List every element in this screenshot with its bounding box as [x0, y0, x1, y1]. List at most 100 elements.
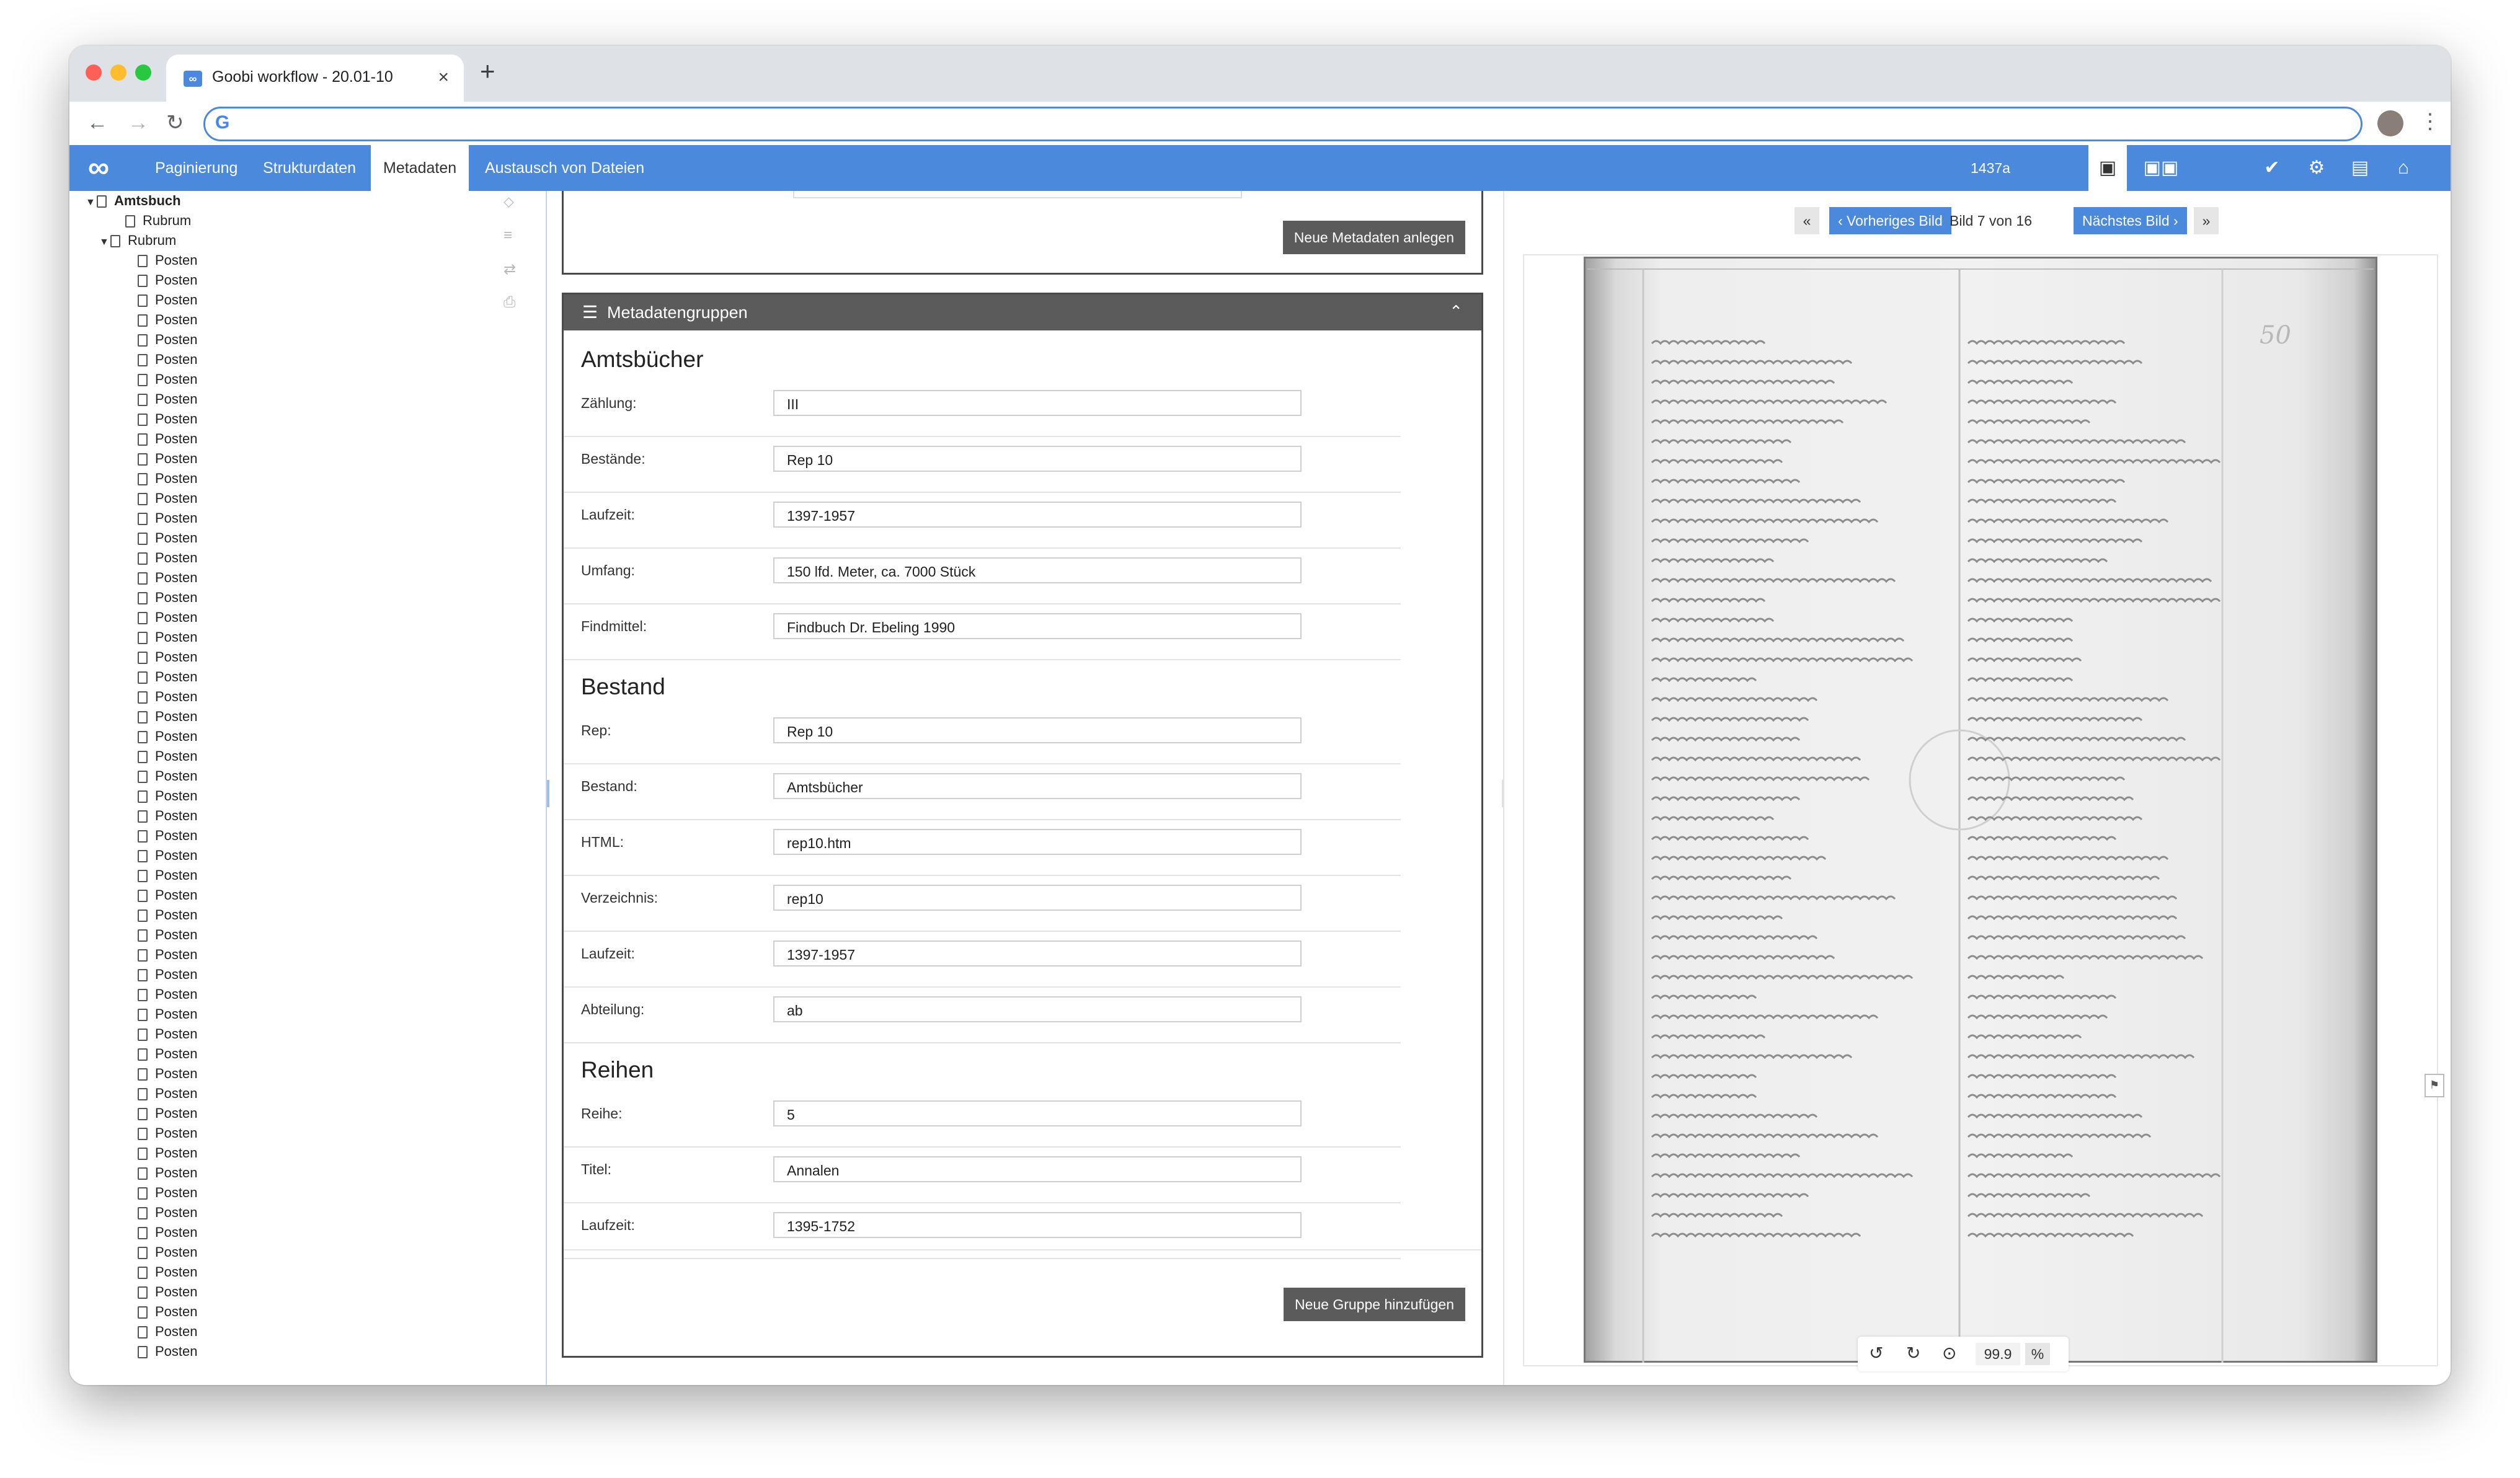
tree-node-posten[interactable]: Posten	[138, 846, 198, 865]
tree-node-posten[interactable]: Posten	[138, 588, 198, 608]
tree-node-posten[interactable]: Posten	[138, 1203, 198, 1223]
tree-node-posten[interactable]: Posten	[138, 627, 198, 647]
tab-austausch[interactable]: Austausch von Dateien	[485, 145, 644, 191]
tree-node-posten[interactable]: Posten	[138, 1183, 198, 1203]
tree-node-posten[interactable]: Posten	[138, 1282, 198, 1302]
tree-node-posten[interactable]: Posten	[138, 1302, 198, 1322]
tree-node-posten[interactable]: Posten	[138, 489, 198, 508]
tree-node-posten[interactable]: Posten	[138, 250, 198, 270]
tree-node-posten[interactable]: Posten	[138, 925, 198, 945]
new-tab-button[interactable]: +	[480, 58, 495, 84]
tab-metadaten[interactable]: Metadaten	[371, 145, 469, 191]
tag-icon[interactable]: ⬦	[504, 193, 514, 211]
close-tab-icon[interactable]: ×	[438, 67, 449, 88]
chevron-up-icon[interactable]: ⌃	[1449, 293, 1463, 329]
browser-tab[interactable]: ∞ Goobi workflow - 20.01-10 ×	[166, 55, 464, 102]
double-image-view-icon[interactable]: ▣▣	[2132, 145, 2190, 191]
tree-node-posten[interactable]: Posten	[138, 1004, 198, 1024]
tree-node-posten[interactable]: Posten	[138, 409, 198, 429]
tree-node-posten[interactable]: Posten	[138, 766, 198, 786]
tree-node-posten[interactable]: Posten	[138, 608, 198, 627]
bookmark-icon[interactable]: ⚑	[2425, 1074, 2444, 1097]
tree-node-posten[interactable]: Posten	[138, 965, 198, 985]
metadata-value-input[interactable]: 150 lfd. Meter, ca. 7000 Stück	[773, 557, 1302, 583]
expand-triangle-icon[interactable]: ▼	[99, 232, 110, 252]
tree-node-posten[interactable]: Posten	[138, 1084, 198, 1104]
tree-node-root[interactable]: ▼ Amtsbuch	[86, 191, 181, 211]
tree-node-posten[interactable]: Posten	[138, 826, 198, 846]
tree-node-posten[interactable]: Posten	[138, 508, 198, 528]
metadata-value-input[interactable]: III	[773, 390, 1302, 416]
metadata-value-input[interactable]: 1397-1957	[773, 940, 1302, 967]
zoom-input[interactable]: 99.9	[1976, 1343, 2020, 1365]
next-image-button[interactable]: Nächstes Bild ›	[2074, 207, 2187, 234]
tree-node-posten[interactable]: Posten	[138, 1143, 198, 1163]
expand-triangle-icon[interactable]: ▼	[86, 193, 97, 213]
tree-node-posten[interactable]: Posten	[138, 1262, 198, 1282]
tree-node-posten[interactable]: Posten	[138, 1322, 198, 1342]
tree-node-posten[interactable]: Posten	[138, 806, 198, 826]
metadata-value-input[interactable]: Rep 10	[773, 446, 1302, 472]
metadata-value-input[interactable]: Rep 10	[773, 717, 1302, 743]
metadata-groups-header[interactable]: ☰ Metadatengruppen ⌃	[564, 294, 1481, 330]
list-icon[interactable]: ≡	[504, 227, 512, 244]
tree-node-posten[interactable]: Posten	[138, 568, 198, 588]
tree-node-posten[interactable]: Posten	[138, 1044, 198, 1064]
tree-node-posten[interactable]: Posten	[138, 727, 198, 746]
metadata-value-input[interactable]: Findbuch Dr. Ebeling 1990	[773, 613, 1302, 639]
add-group-button[interactable]: Neue Gruppe hinzufügen	[1283, 1288, 1465, 1321]
minimize-window-button[interactable]	[110, 64, 126, 81]
settings-gear-icon[interactable]: ⚙	[2303, 145, 2330, 191]
metadata-value-input[interactable]: 5	[773, 1100, 1302, 1126]
tree-node-posten[interactable]: Posten	[138, 1242, 198, 1262]
rotate-right-icon[interactable]: ↻	[1906, 1343, 1920, 1363]
save-icon[interactable]: ▤	[2346, 145, 2374, 191]
tree-node-posten[interactable]: Posten	[138, 1024, 198, 1044]
tree-node-rubrum[interactable]: Rubrum	[125, 211, 191, 231]
close-window-button[interactable]	[86, 64, 102, 81]
address-bar[interactable]: G	[203, 107, 2362, 141]
tree-node-posten[interactable]: Posten	[138, 865, 198, 885]
tree-node-posten[interactable]: Posten	[138, 667, 198, 687]
metadata-input-partial[interactable]	[793, 191, 1242, 198]
back-icon[interactable]: ←	[87, 110, 108, 135]
browser-menu-icon[interactable]: ⋮	[2420, 109, 2441, 134]
reload-icon[interactable]: ↻	[166, 110, 184, 135]
single-image-view-icon[interactable]: ▣	[2088, 145, 2127, 191]
tree-node-posten[interactable]: Posten	[138, 469, 198, 489]
metadata-value-input[interactable]: ab	[773, 996, 1302, 1022]
tree-node-posten[interactable]: Posten	[138, 1342, 198, 1361]
tree-node-posten[interactable]: Posten	[138, 746, 198, 766]
metadata-value-input[interactable]: rep10.htm	[773, 829, 1302, 855]
tree-node-posten[interactable]: Posten	[138, 310, 198, 330]
tree-node-posten[interactable]: Posten	[138, 1064, 198, 1084]
print-icon[interactable]: ⎙	[504, 294, 515, 311]
tree-node-posten[interactable]: Posten	[138, 1123, 198, 1143]
avatar[interactable]	[2377, 110, 2403, 136]
tree-node-posten[interactable]: Posten	[138, 687, 198, 707]
goobi-logo-icon[interactable]: ∞	[88, 153, 109, 183]
tree-node-posten[interactable]: Posten	[138, 429, 198, 449]
tree-node-posten[interactable]: Posten	[138, 647, 198, 667]
last-image-button[interactable]: »	[2194, 207, 2219, 234]
tree-node-posten[interactable]: Posten	[138, 270, 198, 290]
tab-paginierung[interactable]: Paginierung	[155, 145, 237, 191]
tree-node-posten[interactable]: Posten	[138, 1223, 198, 1242]
tree-node-posten[interactable]: Posten	[138, 945, 198, 965]
rotate-left-icon[interactable]: ↺	[1869, 1343, 1883, 1363]
tree-node-posten[interactable]: Posten	[138, 1104, 198, 1123]
tree-node-posten[interactable]: Posten	[138, 548, 198, 568]
tree-node-posten[interactable]: Posten	[138, 350, 198, 370]
forward-icon[interactable]: →	[128, 110, 149, 135]
new-metadata-button[interactable]: Neue Metadaten anlegen	[1282, 221, 1465, 254]
previous-image-button[interactable]: ‹ Vorheriges Bild	[1829, 207, 1951, 234]
tree-node-rubrum-expanded[interactable]: ▼ Rubrum	[99, 231, 176, 250]
tree-node-posten[interactable]: Posten	[138, 528, 198, 548]
swap-icon[interactable]: ⇄	[504, 260, 516, 278]
first-image-button[interactable]: «	[1795, 207, 1819, 234]
tree-node-posten[interactable]: Posten	[138, 707, 198, 727]
tree-node-posten[interactable]: Posten	[138, 1163, 198, 1183]
tree-node-posten[interactable]: Posten	[138, 389, 198, 409]
metadata-value-input[interactable]: 1395-1752	[773, 1212, 1302, 1238]
tree-node-posten[interactable]: Posten	[138, 449, 198, 469]
